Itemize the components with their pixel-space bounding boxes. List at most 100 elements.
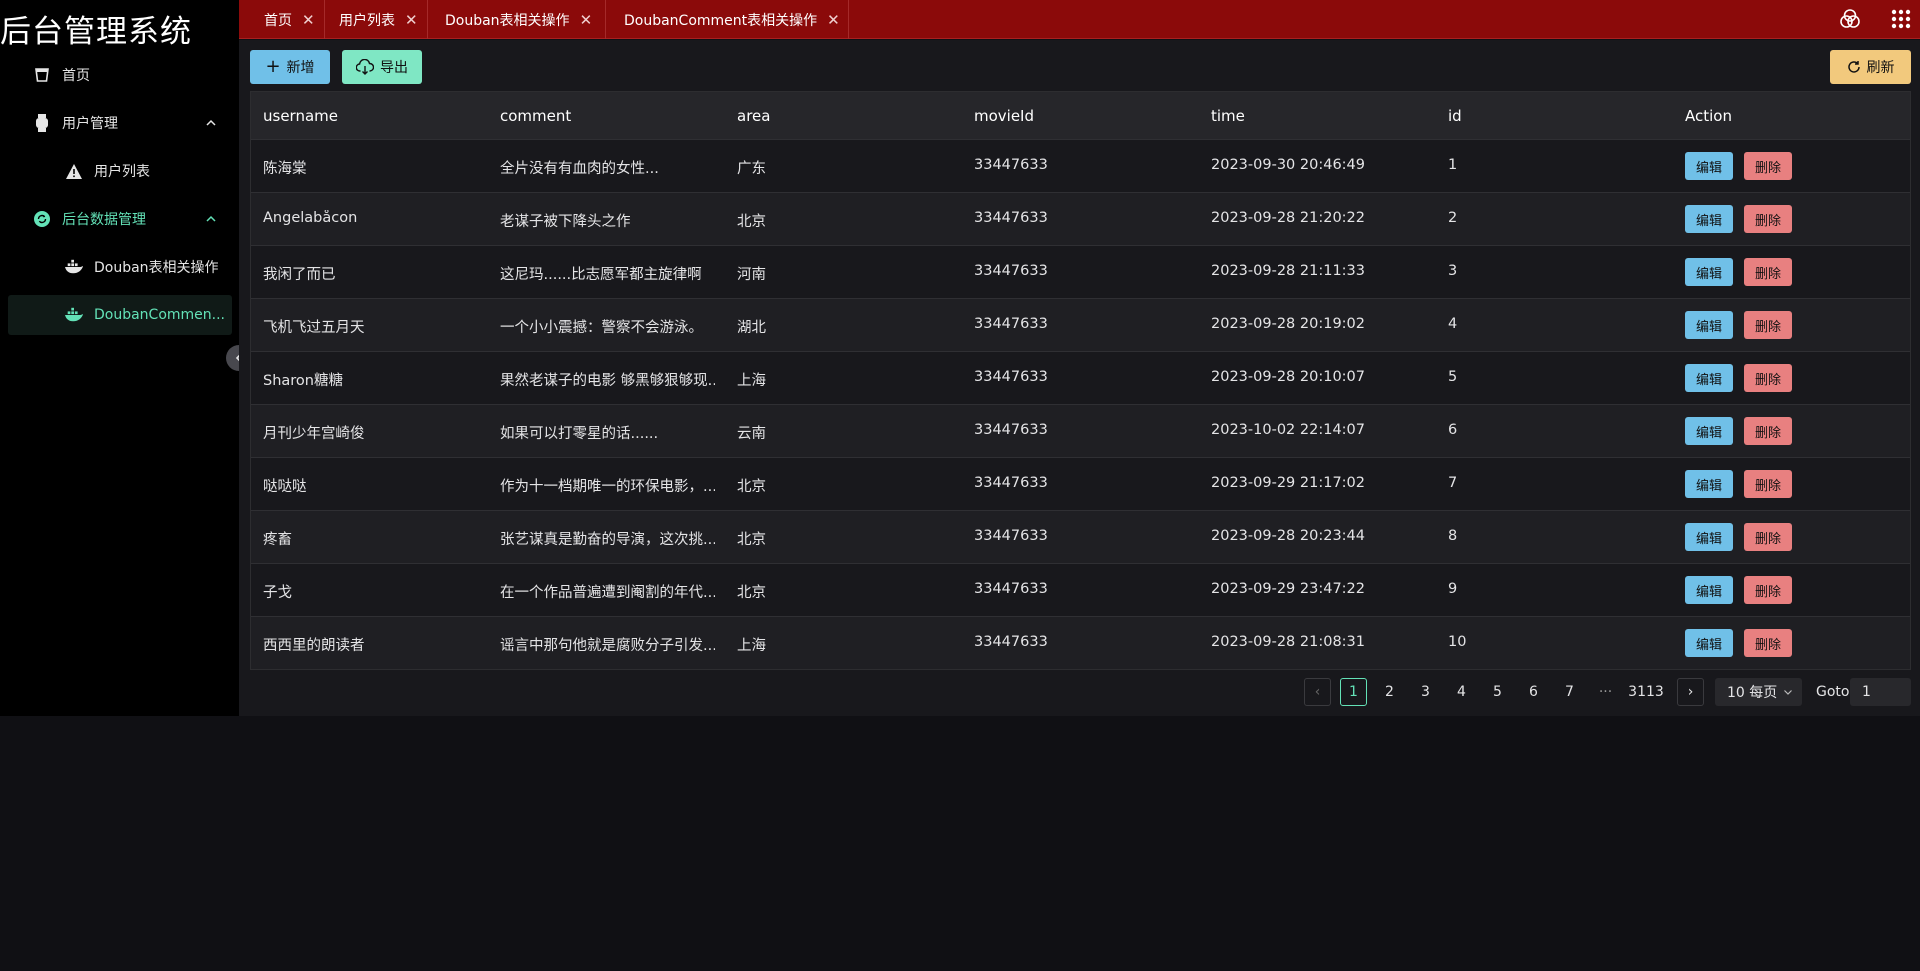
page-button-last[interactable]: 3113: [1628, 678, 1664, 706]
tab-douban[interactable]: Douban表相关操作 ✕: [428, 0, 606, 39]
cell-username: 我闲了而已: [263, 267, 336, 283]
edit-button[interactable]: 编辑: [1685, 364, 1733, 392]
cell-username: 哒哒哒: [263, 479, 307, 495]
export-button[interactable]: 导出: [342, 50, 422, 84]
edit-button[interactable]: 编辑: [1685, 152, 1733, 180]
close-icon[interactable]: ✕: [827, 11, 840, 29]
sidebar-item-user-management[interactable]: 用户管理: [0, 103, 239, 143]
column-header-area[interactable]: area: [737, 107, 770, 125]
refresh-button[interactable]: 刷新: [1830, 50, 1911, 84]
goto-label: Goto: [1816, 684, 1850, 700]
sidebar-item-data-management[interactable]: 后台数据管理: [0, 199, 239, 239]
cell-area: 湖北: [737, 320, 766, 336]
cell-time: 2023-09-28 21:20:22: [1211, 210, 1365, 226]
docker-icon: [65, 306, 83, 324]
sidebar-item-home[interactable]: 首页: [0, 55, 239, 95]
sidebar-item-user-list[interactable]: 用户列表: [0, 151, 239, 191]
page-size-select[interactable]: 10 每页: [1715, 678, 1802, 706]
delete-button[interactable]: 删除: [1744, 152, 1792, 180]
prev-page-button[interactable]: ‹: [1304, 678, 1331, 706]
next-page-button[interactable]: ›: [1677, 678, 1704, 706]
cell-time: 2023-09-29 21:17:02: [1211, 475, 1365, 491]
tab-label: 首页: [264, 12, 292, 29]
delete-button[interactable]: 删除: [1744, 258, 1792, 286]
page-button-4[interactable]: 4: [1448, 678, 1475, 706]
cell-area: 云南: [737, 426, 766, 442]
sidebar-item-douban[interactable]: Douban表相关操作: [0, 247, 239, 287]
edit-button[interactable]: 编辑: [1685, 470, 1733, 498]
close-icon[interactable]: ✕: [580, 11, 593, 29]
delete-button[interactable]: 删除: [1744, 364, 1792, 392]
add-button-label: 新增: [286, 60, 315, 76]
delete-button[interactable]: 删除: [1744, 629, 1792, 657]
cell-username: 子戈: [263, 585, 292, 601]
cell-comment: 作为十一档期唯一的环保电影，...: [500, 479, 715, 495]
page-button-1[interactable]: 1: [1340, 678, 1367, 706]
table-row: Sharon糖糖 果然老谋子的电影 够黑够狠够现... 上海 33447633 2023…: [251, 351, 1910, 404]
delete-button[interactable]: 删除: [1744, 576, 1792, 604]
edit-button[interactable]: 编辑: [1685, 629, 1733, 657]
cell-comment: 老谋子被下降头之作: [500, 214, 631, 230]
cell-time: 2023-09-28 21:08:31: [1211, 634, 1365, 650]
table-row: 月刊少年宫崎俊 如果可以打零星的话...... 云南 33447633 2023-10-…: [251, 404, 1910, 457]
delete-button[interactable]: 删除: [1744, 205, 1792, 233]
page-button-2[interactable]: 2: [1376, 678, 1403, 706]
delete-button[interactable]: 删除: [1744, 523, 1792, 551]
refresh-circle-icon: [33, 210, 51, 228]
cell-area: 河南: [737, 267, 766, 283]
close-icon[interactable]: ✕: [405, 11, 418, 29]
edit-button[interactable]: 编辑: [1685, 576, 1733, 604]
tab-home[interactable]: 首页 ✕: [250, 0, 325, 39]
edit-button[interactable]: 编辑: [1685, 205, 1733, 233]
apps-grid-icon[interactable]: [1889, 7, 1913, 31]
cell-movieid: 33447633: [974, 369, 1048, 385]
main-content: + 新增 导出 刷新 username comment area movieId…: [239, 40, 1920, 716]
page-button-6[interactable]: 6: [1520, 678, 1547, 706]
tab-bar: 首页 ✕ 用户列表 ✕ Douban表相关操作 ✕ DoubanComment表…: [239, 0, 1920, 39]
table-row: 陈海棠 全片没有有血肉的女性... 广东 33447633 2023-09-30 20:…: [251, 139, 1910, 192]
sidebar-item-label: 后台数据管理: [62, 212, 146, 228]
cell-area: 北京: [737, 479, 766, 495]
cell-username: 飞机飞过五月天: [263, 320, 365, 336]
theme-icon[interactable]: [1838, 7, 1862, 31]
cell-comment: 全片没有有血肉的女性...: [500, 161, 659, 177]
cell-area: 上海: [737, 638, 766, 654]
tab-douban-comment[interactable]: DoubanComment表相关操作 ✕: [606, 0, 849, 39]
cell-comment: 如果可以打零星的话......: [500, 426, 659, 442]
add-button[interactable]: + 新增: [250, 50, 330, 84]
page-button-5[interactable]: 5: [1484, 678, 1511, 706]
edit-button[interactable]: 编辑: [1685, 258, 1733, 286]
tab-label: 用户列表: [339, 12, 395, 29]
cell-id: 5: [1448, 369, 1458, 385]
column-header-time[interactable]: time: [1211, 107, 1245, 125]
column-header-id[interactable]: id: [1448, 107, 1462, 125]
page-button-3[interactable]: 3: [1412, 678, 1439, 706]
sidebar-item-douban-comment[interactable]: DoubanCommen...: [8, 295, 232, 335]
tab-user-list[interactable]: 用户列表 ✕: [325, 0, 428, 39]
page-ellipsis[interactable]: ···: [1592, 678, 1619, 706]
page-button-7[interactable]: 7: [1556, 678, 1583, 706]
column-header-comment[interactable]: comment: [500, 107, 571, 125]
cell-comment: 在一个作品普遍遭到阉割的年代...: [500, 585, 715, 601]
sidebar-item-label: 用户管理: [62, 116, 118, 132]
cell-comment: 张艺谋真是勤奋的导演，这次挑...: [500, 532, 715, 548]
edit-button[interactable]: 编辑: [1685, 311, 1733, 339]
column-header-username[interactable]: username: [263, 107, 338, 125]
export-button-label: 导出: [380, 60, 408, 76]
cell-time: 2023-09-28 21:11:33: [1211, 263, 1365, 279]
goto-input[interactable]: [1850, 678, 1911, 706]
edit-button[interactable]: 编辑: [1685, 523, 1733, 551]
edit-button[interactable]: 编辑: [1685, 417, 1733, 445]
table-row: 我闲了而已 这尼玛......比志愿军都主旋律啊 河南 33447633 2023-09…: [251, 245, 1910, 298]
cell-username: 月刊少年宫崎俊: [263, 426, 365, 442]
column-header-movieid[interactable]: movieId: [974, 107, 1034, 125]
cell-username: 疼畜: [263, 532, 292, 548]
sidebar-item-label: DoubanCommen...: [94, 307, 226, 323]
cell-movieid: 33447633: [974, 581, 1048, 597]
delete-button[interactable]: 删除: [1744, 311, 1792, 339]
cell-area: 上海: [737, 373, 766, 389]
close-icon[interactable]: ✕: [302, 11, 315, 29]
delete-button[interactable]: 删除: [1744, 470, 1792, 498]
delete-button[interactable]: 删除: [1744, 417, 1792, 445]
refresh-button-label: 刷新: [1866, 60, 1895, 76]
